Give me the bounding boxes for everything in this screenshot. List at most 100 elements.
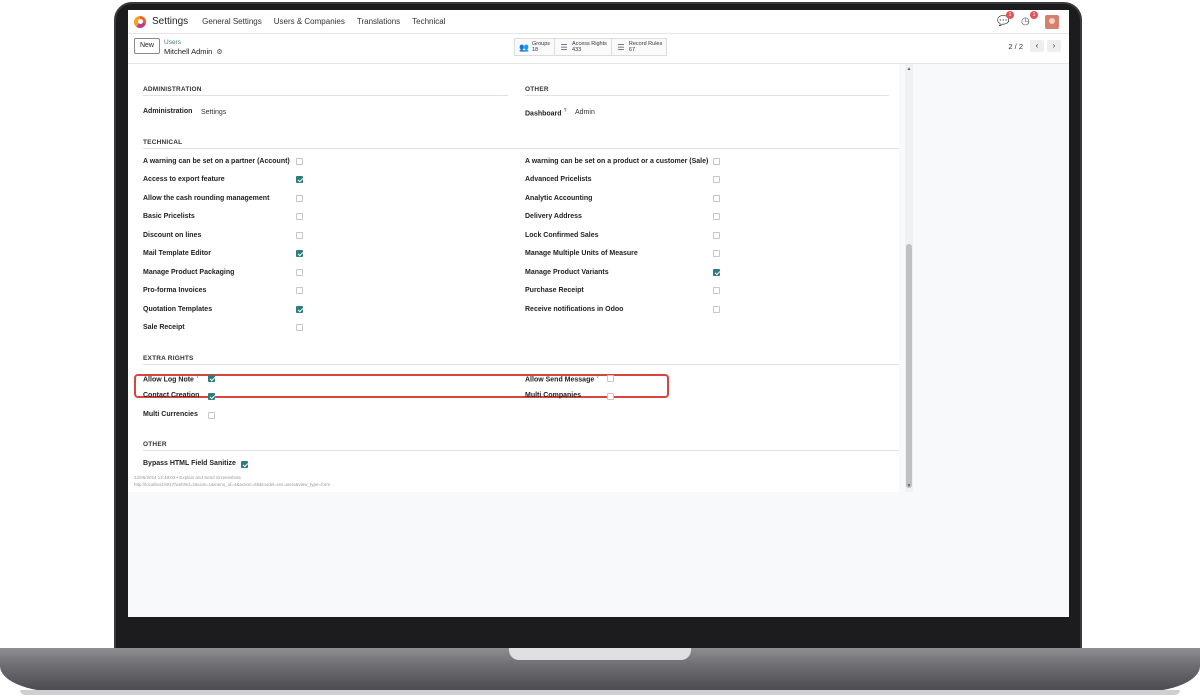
technical-right-label: Receive notifications in Odoo [525, 306, 624, 313]
menu-translations[interactable]: Translations [357, 17, 400, 26]
access-rights-smart-button[interactable]: ☰ Access Rights 433 [555, 39, 612, 55]
laptop-base-shadow [20, 690, 1180, 695]
dashboard-select[interactable]: Admin [575, 109, 595, 116]
section-title-technical: TECHNICAL [143, 139, 183, 146]
pager-previous-button[interactable]: ‹ [1030, 40, 1044, 52]
navbar-systray: 💬 1 ◷ 1 [997, 10, 1059, 29]
bypass-html-sanitize-label: Bypass HTML Field Sanitize [143, 460, 236, 467]
list-icon: ☰ [617, 42, 625, 52]
technical-right-checkbox[interactable] [713, 269, 720, 276]
top-navbar: Settings General Settings Users & Compan… [128, 10, 1069, 34]
chat-badge: 1 [1006, 10, 1014, 19]
section-title-extra-rights: EXTRA RIGHTS [143, 355, 194, 362]
technical-right-checkbox[interactable] [713, 213, 720, 220]
section-title-other-bottom: OTHER [143, 441, 167, 448]
section-title-other-top: OTHER [525, 86, 549, 93]
contact-creation-checkbox[interactable] [208, 393, 215, 400]
allow-send-message-label: Allow Send Message? [525, 374, 599, 383]
technical-right-checkbox[interactable] [713, 232, 720, 239]
technical-right-label: Manage Multiple Units of Measure [525, 250, 638, 257]
technical-left-label: Manage Product Packaging [143, 269, 235, 276]
technical-right-checkbox[interactable] [713, 287, 720, 294]
menu-technical[interactable]: Technical [412, 17, 445, 26]
technical-left-label: Basic Pricelists [143, 213, 195, 220]
technical-left-checkbox[interactable] [296, 213, 303, 220]
technical-left-checkbox[interactable] [296, 287, 303, 294]
multi-currencies-label: Multi Currencies [143, 411, 198, 418]
technical-left-checkbox[interactable] [296, 232, 303, 239]
smart-buttons: 👥 Groups 18 ☰ Access Rights 433 ☰ Record R… [514, 38, 668, 56]
contact-creation-label: Contact Creation [143, 392, 200, 399]
administration-select[interactable]: Settings [201, 109, 226, 116]
technical-right-label: Advanced Pricelists [525, 176, 592, 183]
administration-label: Administration [143, 108, 193, 115]
technical-right-label: Analytic Accounting [525, 195, 593, 202]
technical-right-label: Delivery Address [525, 213, 582, 220]
menu-users-companies[interactable]: Users & Companies [274, 17, 345, 26]
technical-right-label: Purchase Receipt [525, 287, 584, 294]
pager-next-button[interactable]: › [1047, 40, 1061, 52]
technical-left-label: Mail Template Editor [143, 250, 211, 257]
help-icon[interactable]: ? [596, 374, 599, 380]
pager-value[interactable]: 2 / 2 [1008, 42, 1023, 51]
footer-timestamp: 12/06/2024 12:48:03 • Explain and Send S… [134, 475, 241, 480]
technical-left-label: Discount on lines [143, 232, 202, 239]
technical-right-label: Manage Product Variants [525, 269, 609, 276]
technical-left-checkbox[interactable] [296, 306, 303, 313]
app-logo-icon[interactable] [134, 15, 146, 28]
multi-companies-label: Multi Companies [525, 392, 582, 399]
technical-left-checkbox[interactable] [296, 195, 303, 202]
users-icon: 👥 [519, 42, 529, 52]
menu-general-settings[interactable]: General Settings [202, 17, 262, 26]
technical-right-checkbox[interactable] [713, 306, 720, 313]
scrollbar-thumb[interactable] [906, 244, 912, 488]
control-panel: New Users Mitchell Admin ⚙ 👥 Groups 18 ☰ A… [128, 34, 1069, 64]
technical-right-checkbox[interactable] [713, 250, 720, 257]
pager: 2 / 2 ‹ › [1008, 40, 1061, 52]
section-divider [143, 450, 899, 451]
technical-right-checkbox[interactable] [713, 195, 720, 202]
record-name: Mitchell Admin [164, 47, 213, 56]
form-sheet: ADMINISTRATION Administration Settings O… [128, 64, 899, 492]
allow-send-message-checkbox[interactable] [607, 375, 614, 382]
section-title-administration: ADMINISTRATION [143, 86, 202, 93]
technical-left-checkbox[interactable] [296, 176, 303, 183]
multi-currencies-checkbox[interactable] [208, 412, 215, 419]
form-area: ADMINISTRATION Administration Settings O… [128, 64, 1069, 617]
technical-left-checkbox[interactable] [296, 250, 303, 257]
footer-url: http://localhost:8017/web#id=2&cids=1&me… [134, 482, 331, 487]
new-button[interactable]: New [134, 38, 160, 54]
record-rules-smart-button[interactable]: ☰ Record Rules 67 [611, 39, 667, 55]
technical-left-label: Pro-forma Invoices [143, 287, 207, 294]
bypass-html-sanitize-checkbox[interactable] [241, 461, 248, 468]
technical-left-label: A warning can be set on a partner (Accou… [143, 158, 290, 165]
dashboard-label-text: Dashboard [525, 110, 562, 118]
allow-send-message-text: Allow Send Message [525, 376, 595, 384]
app-name[interactable]: Settings [152, 16, 188, 27]
allow-log-note-checkbox[interactable] [208, 375, 215, 382]
technical-right-label: A warning can be set on a product or a c… [525, 158, 709, 165]
list-icon: ☰ [560, 42, 568, 52]
technical-left-label: Quotation Templates [143, 306, 213, 313]
gear-icon[interactable]: ⚙ [216, 48, 222, 56]
technical-left-checkbox[interactable] [296, 269, 303, 276]
user-avatar[interactable] [1045, 14, 1059, 29]
breadcrumb-users-link[interactable]: Users [164, 39, 181, 46]
allow-log-note-label: Allow Log Note? [143, 374, 199, 383]
help-icon[interactable]: ? [564, 108, 567, 114]
technical-right-checkbox[interactable] [713, 158, 720, 165]
multi-companies-checkbox[interactable] [607, 393, 614, 400]
scroll-up-arrow-icon[interactable]: ▲ [906, 66, 912, 72]
scroll-down-arrow-icon[interactable]: ▼ [906, 483, 912, 489]
help-icon[interactable]: ? [196, 374, 199, 380]
technical-left-checkbox[interactable] [296, 158, 303, 165]
technical-right-checkbox[interactable] [713, 176, 720, 183]
dashboard-label: Dashboard? [525, 108, 567, 117]
groups-smart-button[interactable]: 👥 Groups 18 [515, 39, 556, 55]
technical-left-checkbox[interactable] [296, 324, 303, 331]
chat-icon[interactable]: 💬 1 [997, 10, 1014, 28]
activity-clock-icon[interactable]: ◷ 1 [1021, 10, 1038, 28]
technical-right-label: Lock Confirmed Sales [525, 232, 599, 239]
section-divider [143, 148, 899, 149]
technical-left-label: Allow the cash rounding management [143, 195, 270, 202]
